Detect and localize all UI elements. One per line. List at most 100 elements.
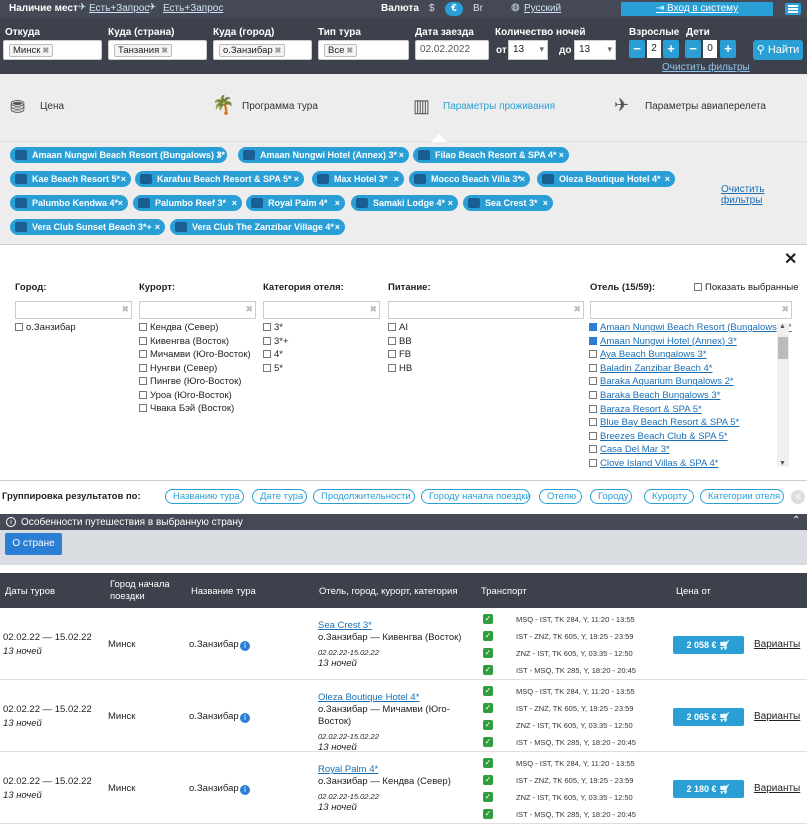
hotel-tag[interactable]: Vera Club The Zanzibar Village 4* × [170, 219, 345, 235]
hotel-option[interactable]: Blue Bay Beach Resort & SPA 5* [589, 417, 739, 428]
country-field[interactable]: Танзания ✖ [108, 40, 207, 60]
clear-filters-top[interactable]: Очистить фильтры [662, 62, 750, 73]
hotel-name-link[interactable]: Sea Crest 3* [318, 620, 372, 631]
checkbox[interactable] [139, 363, 147, 372]
tag-close-icon[interactable]: × [118, 195, 123, 211]
filter-option[interactable]: Кивенгва (Восток) [139, 336, 229, 347]
group-option[interactable]: Продолжительности [313, 489, 415, 504]
hotel-tag[interactable]: Palumbo Reef 3* × [133, 195, 242, 211]
info-icon[interactable]: i [240, 641, 250, 651]
children-minus-button[interactable]: − [685, 40, 701, 58]
hotel-tag[interactable]: Sea Crest 3* × [463, 195, 553, 211]
tag-close-icon[interactable]: × [665, 171, 670, 187]
remove-icon[interactable]: ✖ [161, 46, 168, 55]
checkbox[interactable] [139, 390, 147, 399]
checkbox[interactable] [139, 404, 147, 412]
children-count[interactable]: 0 [703, 40, 717, 58]
checkbox[interactable] [589, 336, 597, 345]
filter-option[interactable]: Пингве (Юго-Восток) [139, 376, 241, 387]
checkbox[interactable] [388, 323, 396, 331]
adults-minus-button[interactable]: − [629, 40, 645, 58]
filter-option[interactable]: о.Занзибар [15, 322, 76, 333]
filter-option[interactable]: 5* [263, 363, 283, 374]
hotel-filter-input[interactable] [590, 301, 792, 319]
nights-to-select[interactable]: 13 [574, 40, 616, 60]
hotel-tag[interactable]: Mocco Beach Villa 3* × [409, 171, 530, 187]
checkbox[interactable] [388, 350, 396, 358]
city-filter-input[interactable] [15, 301, 132, 319]
hotel-tag[interactable]: Kae Beach Resort 5* × [10, 171, 131, 187]
about-country-button[interactable]: О стране [5, 533, 62, 555]
checkbox[interactable] [139, 336, 147, 345]
hotel-tag[interactable]: Amaan Nungwi Beach Resort (Bungalows) 3*… [10, 147, 227, 163]
group-option[interactable]: Дате тура [252, 489, 307, 504]
hotel-option[interactable]: Baraka Aquarium Bungalows 2* [589, 376, 734, 387]
hotel-option[interactable]: Breezes Beach Club & SPA 5* [589, 431, 728, 442]
hotel-name-link[interactable]: Royal Palm 4* [318, 764, 378, 775]
tag-close-icon[interactable]: × [155, 219, 160, 235]
hotel-name-link[interactable]: Oleza Boutique Hotel 4* [318, 692, 419, 703]
tag-close-icon[interactable]: × [399, 147, 404, 163]
info-icon[interactable]: i [240, 785, 250, 795]
checkbox[interactable] [139, 377, 147, 385]
availability-option-1[interactable]: Есть+Запрос [89, 3, 149, 14]
checkbox[interactable] [388, 336, 396, 345]
hotel-option[interactable]: Amaan Nungwi Hotel (Annex) 3* [589, 336, 737, 347]
tab-price[interactable]: Цена [40, 101, 64, 112]
tour-type-field[interactable]: Все ✖ [318, 40, 409, 60]
checkbox[interactable] [589, 431, 597, 440]
resort-filter-input[interactable] [139, 301, 256, 319]
clear-grouping-icon[interactable]: ✕ [791, 490, 805, 504]
checkbox[interactable] [388, 363, 396, 372]
hotel-tag[interactable]: Max Hotel 3* × [312, 171, 404, 187]
hotel-tag[interactable]: Oleza Boutique Hotel 4* × [537, 171, 675, 187]
checkbox[interactable] [589, 363, 597, 372]
currency-eur[interactable]: € [445, 2, 463, 16]
filter-option[interactable]: Кендва (Север) [139, 322, 218, 333]
tag-close-icon[interactable]: × [294, 171, 299, 187]
variants-link[interactable]: Варианты [754, 711, 800, 722]
close-icon[interactable]: ✕ [784, 249, 797, 269]
info-icon[interactable]: i [240, 713, 250, 723]
checkbox[interactable] [263, 350, 271, 358]
children-plus-button[interactable]: + [720, 40, 736, 58]
hotel-option[interactable]: Casa Del Mar 3* [589, 444, 670, 455]
hotel-list-scrollbar[interactable]: ▲ ▼ [777, 323, 789, 467]
group-option[interactable]: Курорту [644, 489, 694, 504]
filter-option[interactable]: 4* [263, 349, 283, 360]
group-option[interactable]: Отелю [539, 489, 582, 504]
tag-close-icon[interactable]: × [448, 195, 453, 211]
availability-option-2[interactable]: Есть+Запрос [163, 3, 223, 14]
filter-option[interactable]: AI [388, 322, 408, 333]
tag-close-icon[interactable]: × [217, 147, 222, 163]
filter-option[interactable]: BB [388, 336, 412, 347]
language-select[interactable]: Русский [524, 3, 561, 14]
currency-byn[interactable]: Br [473, 3, 483, 14]
from-field[interactable]: Минск ✖ [3, 40, 102, 60]
checkbox[interactable] [263, 323, 271, 331]
date-input[interactable]: 02.02.2022 [415, 40, 489, 60]
filter-option[interactable]: 3*+ [263, 336, 289, 347]
hotel-tag[interactable]: Royal Palm 4* × [246, 195, 345, 211]
hotel-tag[interactable]: Vera Club Sunset Beach 3*+ × [10, 219, 165, 235]
hotel-tag[interactable]: Samaki Lodge 4* × [351, 195, 458, 211]
checkbox[interactable] [263, 336, 271, 345]
meal-filter-input[interactable] [388, 301, 584, 319]
hotel-option[interactable]: Aya Beach Bungalows 3* [589, 349, 707, 360]
checkbox[interactable] [589, 391, 597, 399]
adults-plus-button[interactable]: + [663, 40, 679, 58]
remove-icon[interactable]: ✖ [42, 46, 49, 55]
hotel-tag[interactable]: Palumbo Kendwa 4* × [10, 195, 128, 211]
variants-link[interactable]: Варианты [754, 639, 800, 650]
price-button[interactable]: 2 058 € 🛒︎ [673, 636, 744, 654]
price-button[interactable]: 2 065 € 🛒︎ [673, 708, 744, 726]
find-button[interactable]: ⚲ Найти [753, 40, 803, 60]
checkbox[interactable] [589, 377, 597, 386]
tag-close-icon[interactable]: × [520, 171, 525, 187]
checkbox[interactable] [589, 323, 597, 331]
filter-option[interactable]: Мичамви (Юго-Восток) [139, 349, 251, 360]
checkbox[interactable] [589, 418, 597, 427]
checkbox[interactable] [589, 404, 597, 413]
checkbox[interactable] [139, 323, 147, 331]
city-field[interactable]: о.Занзибар ✖ [213, 40, 312, 60]
